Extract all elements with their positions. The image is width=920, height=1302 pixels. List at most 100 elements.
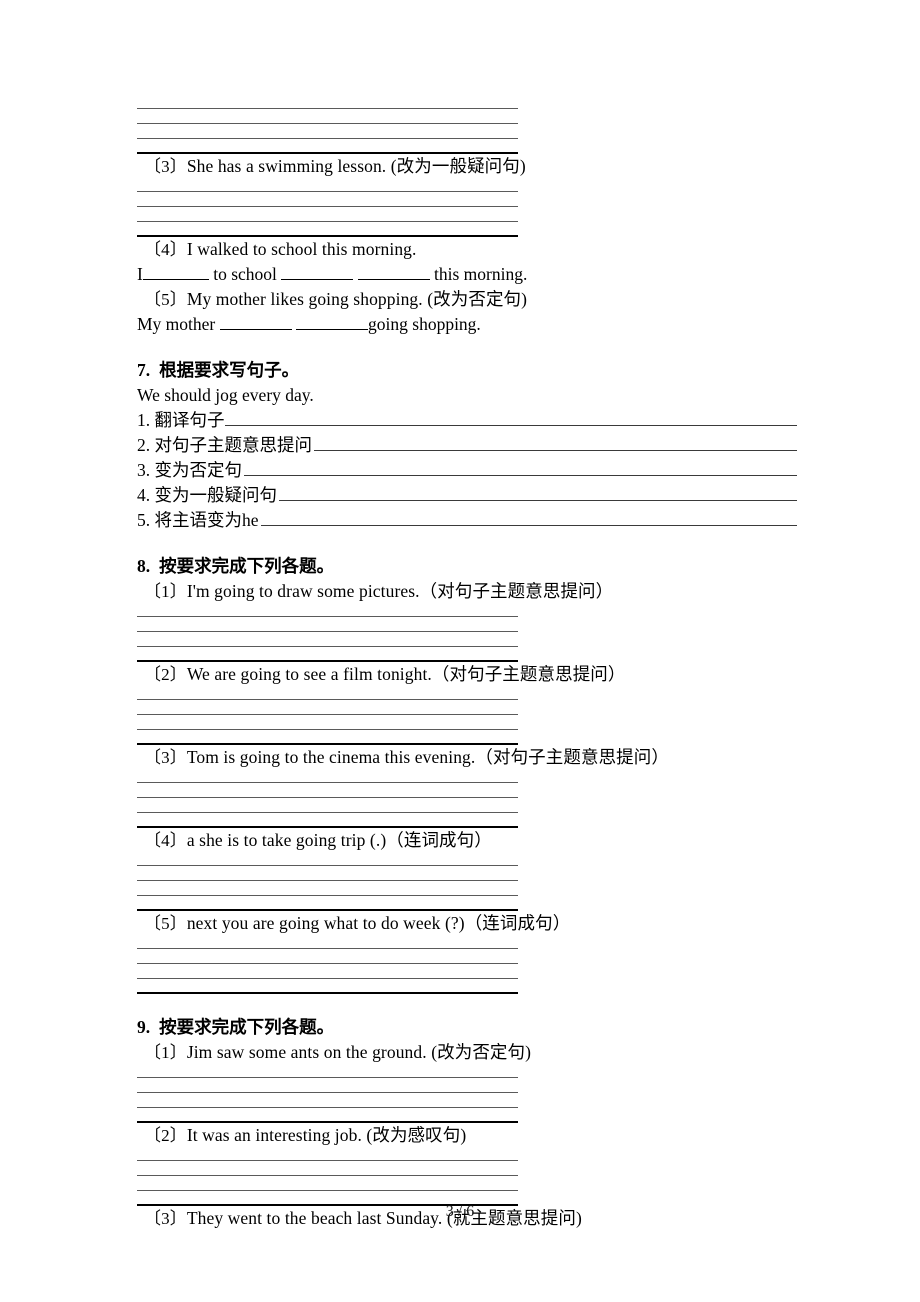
item-text: a she is to take going trip (.)（连词成句）: [186, 830, 492, 850]
item-number: 〔3〕: [144, 157, 187, 176]
answer-rules-s9-item-1: [137, 1065, 518, 1123]
answer-rules-s8-item-1: [137, 604, 518, 662]
page-content: 〔3〕She has a swimming lesson. (改为一般疑问句) …: [137, 96, 797, 1231]
item-number: 〔1〕: [144, 1043, 187, 1062]
section-8-item-5: 〔5〕next you are going what to do week (?…: [137, 911, 797, 936]
worksheet-page: 〔3〕She has a swimming lesson. (改为一般疑问句) …: [0, 0, 920, 1302]
task-label: 2. 对句子主题意思提问: [137, 435, 312, 455]
answer-rule-line[interactable]: [137, 207, 518, 222]
task-answer-rule[interactable]: [244, 458, 797, 476]
sentence-fragment: this morning.: [434, 264, 528, 284]
answer-rule-line[interactable]: [137, 853, 518, 866]
item-text: I walked to school this morning.: [186, 239, 417, 259]
item-number: 〔4〕: [144, 831, 187, 850]
answer-rule-line[interactable]: [137, 222, 518, 237]
item-text: We are going to see a film tonight.（对句子主…: [186, 664, 626, 684]
answer-rule-line[interactable]: [137, 715, 518, 730]
answer-rule-line[interactable]: [137, 179, 518, 192]
item-number: 〔2〕: [144, 1126, 187, 1145]
answer-rule-line[interactable]: [137, 139, 518, 154]
question-item-4: 〔4〕I walked to school this morning.: [137, 237, 797, 262]
section-9-heading: 9. 按要求完成下列各题。: [137, 1014, 797, 1040]
section-7-task-1: 1. 翻译句子: [137, 408, 797, 433]
answer-rules-s9-item-2: [137, 1148, 518, 1206]
item-text: She has a swimming lesson. (改为一般疑问句): [186, 156, 526, 176]
answer-rule-line[interactable]: [137, 1108, 518, 1123]
task-answer-rule[interactable]: [279, 483, 797, 501]
answer-rule-line[interactable]: [137, 798, 518, 813]
answer-rule-line[interactable]: [137, 783, 518, 798]
answer-rule-line[interactable]: [137, 604, 518, 617]
item-text: next you are going what to do week (?)（连…: [186, 913, 571, 933]
answer-rule-line[interactable]: [137, 1093, 518, 1108]
fill-in-sentence-item-4: I to school this morning.: [137, 262, 797, 287]
answer-rule-line[interactable]: [137, 124, 518, 139]
task-label: 4. 变为一般疑问句: [137, 485, 277, 505]
question-item-5: 〔5〕My mother likes going shopping. (改为否定…: [137, 287, 797, 312]
item-number: 〔5〕: [144, 914, 187, 933]
sentence-fragment: to school: [213, 264, 277, 284]
task-label: 3. 变为否定句: [137, 460, 242, 480]
answer-rule-line[interactable]: [137, 1065, 518, 1078]
item-number: 〔1〕: [144, 582, 187, 601]
answer-rule-line[interactable]: [137, 617, 518, 632]
item-number: 〔2〕: [144, 665, 187, 684]
answer-rule-line[interactable]: [137, 936, 518, 949]
answer-rule-line[interactable]: [137, 979, 518, 994]
answer-rules-s8-item-5: [137, 936, 518, 994]
answer-rules-s8-item-2: [137, 687, 518, 745]
sentence-fragment: going shopping.: [368, 314, 481, 334]
question-item-3: 〔3〕She has a swimming lesson. (改为一般疑问句): [137, 154, 797, 179]
blank-field[interactable]: [281, 279, 354, 280]
section-number: 9.: [137, 1017, 151, 1037]
section-7-task-4: 4. 变为一般疑问句: [137, 483, 797, 508]
section-8-item-4: 〔4〕a she is to take going trip (.)（连词成句）: [137, 828, 797, 853]
section-title: 根据要求写句子。: [159, 360, 300, 380]
answer-rule-line[interactable]: [137, 700, 518, 715]
section-8-item-2: 〔2〕We are going to see a film tonight.（对…: [137, 662, 797, 687]
section-title: 按要求完成下列各题。: [159, 556, 335, 576]
answer-rule-line[interactable]: [137, 896, 518, 911]
section-number: 7.: [137, 360, 151, 380]
answer-rule-line[interactable]: [137, 866, 518, 881]
blank-field[interactable]: [219, 329, 292, 330]
answer-rule-line[interactable]: [137, 730, 518, 745]
answer-rule-line[interactable]: [137, 964, 518, 979]
section-8-item-3: 〔3〕Tom is going to the cinema this eveni…: [137, 745, 797, 770]
answer-rules-item-3: [137, 179, 518, 237]
page-footer: 3 / 6: [445, 1203, 475, 1220]
item-text: It was an interesting job. (改为感叹句): [186, 1125, 467, 1145]
answer-rule-line[interactable]: [137, 1078, 518, 1093]
answer-rules-s8-item-3: [137, 770, 518, 828]
section-7-task-2: 2. 对句子主题意思提问: [137, 433, 797, 458]
section-7-source-sentence: We should jog every day.: [137, 385, 314, 405]
task-answer-rule[interactable]: [314, 433, 797, 451]
answer-rule-line[interactable]: [137, 632, 518, 647]
answer-rules-carryover: [137, 96, 518, 154]
sentence-fragment: My mother: [137, 314, 216, 334]
task-answer-rule[interactable]: [260, 508, 797, 526]
answer-rule-line[interactable]: [137, 687, 518, 700]
task-label: 5. 将主语变为he: [137, 510, 259, 530]
sentence-fragment: I: [137, 264, 143, 284]
section-8-heading: 8. 按要求完成下列各题。: [137, 553, 797, 579]
task-label: 1. 翻译句子: [137, 410, 225, 430]
answer-rule-line[interactable]: [137, 813, 518, 828]
section-title: 按要求完成下列各题。: [159, 1017, 335, 1037]
blank-field[interactable]: [296, 329, 369, 330]
blank-field[interactable]: [357, 279, 430, 280]
answer-rule-line[interactable]: [137, 1161, 518, 1176]
blank-field[interactable]: [142, 279, 209, 280]
section-7-task-3: 3. 变为否定句: [137, 458, 797, 483]
answer-rule-line[interactable]: [137, 1148, 518, 1161]
answer-rule-line[interactable]: [137, 949, 518, 964]
answer-rule-line[interactable]: [137, 1176, 518, 1191]
answer-rule-line[interactable]: [137, 109, 518, 124]
answer-rule-line[interactable]: [137, 881, 518, 896]
answer-rule-line[interactable]: [137, 192, 518, 207]
answer-rule-line[interactable]: [137, 770, 518, 783]
section-7-heading: 7. 根据要求写句子。: [137, 357, 797, 383]
answer-rule-line[interactable]: [137, 647, 518, 662]
task-answer-rule[interactable]: [224, 408, 797, 426]
answer-rule-line[interactable]: [137, 96, 518, 109]
